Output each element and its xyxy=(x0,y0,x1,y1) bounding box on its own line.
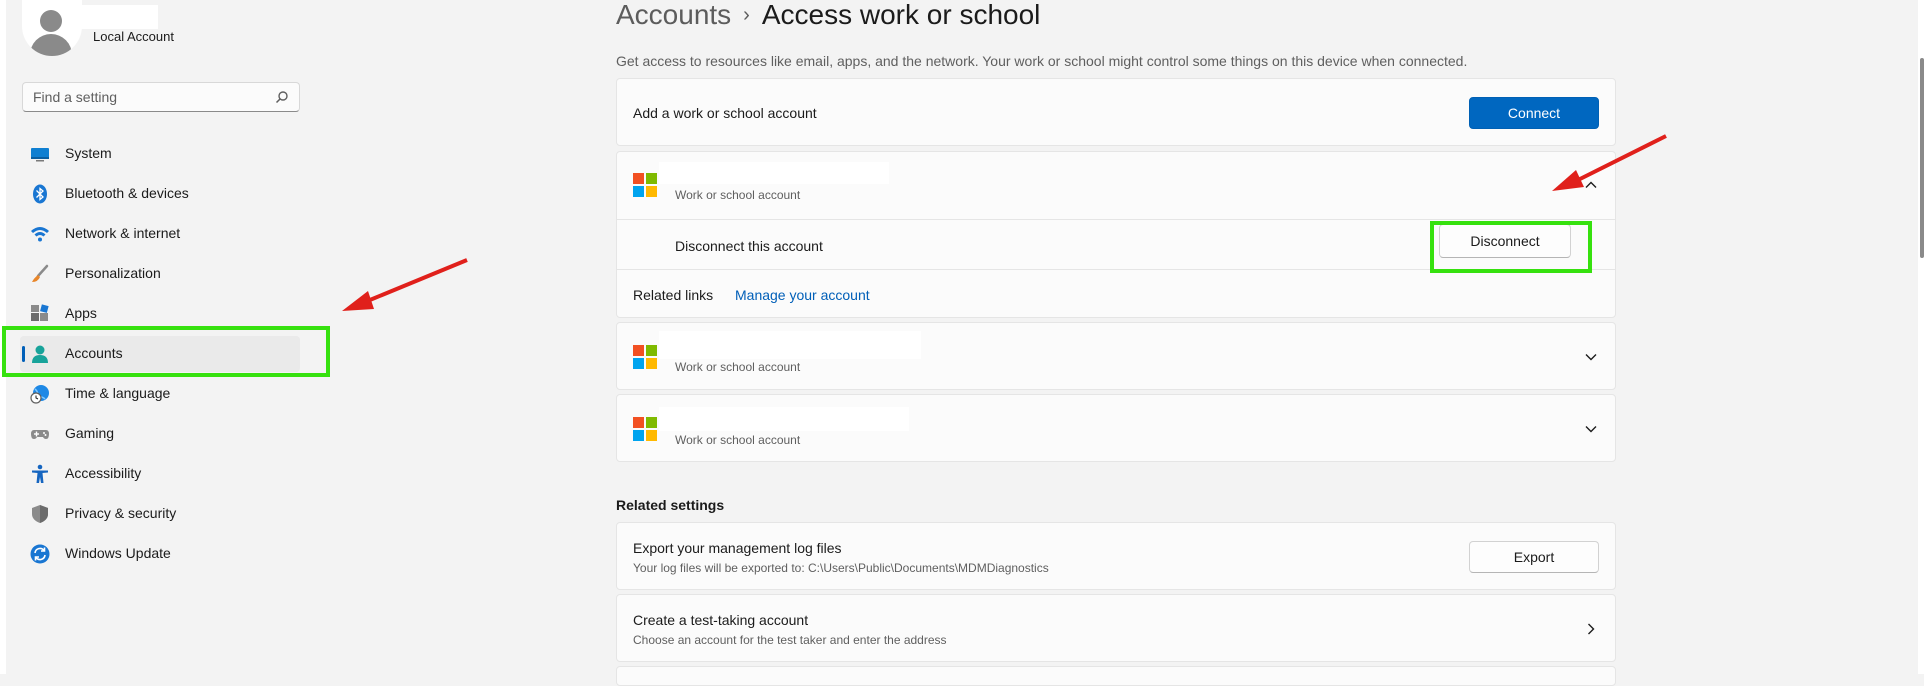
arrow-to-accounts xyxy=(342,258,468,311)
arrow-to-disconnect xyxy=(1552,134,1667,191)
annotation-arrows xyxy=(342,134,1667,311)
